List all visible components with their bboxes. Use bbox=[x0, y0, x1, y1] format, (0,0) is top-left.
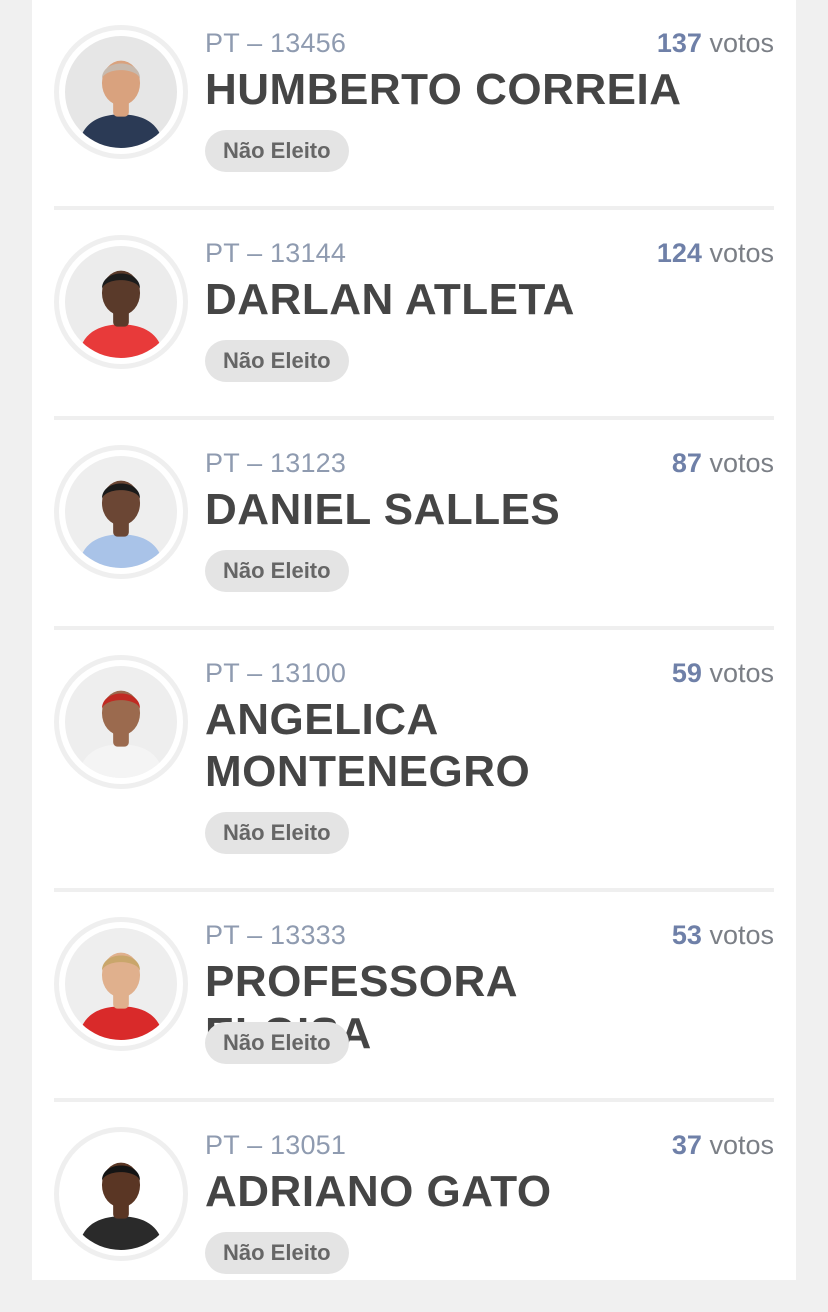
vote-label: votos bbox=[709, 28, 774, 58]
vote-count: 53 votos bbox=[672, 920, 774, 951]
vote-count: 137 votos bbox=[657, 28, 774, 59]
status-badge: Não Eleito bbox=[205, 340, 349, 382]
vote-number: 137 bbox=[656, 28, 702, 58]
person-avatar-icon bbox=[65, 36, 177, 148]
party-number: PT – 13144 bbox=[205, 238, 347, 268]
candidate-name: ADRIANO GATO bbox=[205, 1167, 552, 1216]
candidate-photo bbox=[54, 235, 188, 369]
status-badge: Não Eleito bbox=[205, 1232, 349, 1274]
status-badge: Não Eleito bbox=[205, 1022, 349, 1064]
vote-count: 87 votos bbox=[672, 448, 774, 479]
candidate-photo bbox=[54, 1127, 188, 1261]
vote-number: 37 bbox=[671, 1130, 702, 1160]
party-number: PT – 13051 bbox=[205, 1130, 347, 1160]
candidate-name: DARLAN ATLETA bbox=[205, 275, 575, 324]
party-number: PT – 13100 bbox=[205, 658, 347, 688]
party-number: PT – 13333 bbox=[205, 920, 347, 950]
person-avatar-icon bbox=[65, 666, 177, 778]
vote-count: 124 votos bbox=[657, 238, 774, 269]
vote-label: votos bbox=[709, 1130, 774, 1160]
candidate-name: DANIEL SALLES bbox=[205, 485, 561, 534]
candidate-card[interactable]: PT – 13144 124 votos DARLAN ATLETA Não E… bbox=[54, 210, 774, 420]
candidate-name: HUMBERTO CORREIA bbox=[205, 65, 682, 114]
person-avatar-icon bbox=[65, 246, 177, 358]
status-badge: Não Eleito bbox=[205, 550, 349, 592]
vote-label: votos bbox=[709, 448, 774, 478]
vote-number: 53 bbox=[671, 920, 702, 950]
candidate-card[interactable]: PT – 13333 53 votos PROFESSORA ELOISA Nã… bbox=[54, 892, 774, 1102]
party-number: PT – 13123 bbox=[205, 448, 347, 478]
candidate-name: ANGELICA MONTENEGRO bbox=[205, 695, 531, 796]
candidate-list: PT – 13456 137 votos HUMBERTO CORREIA Nã… bbox=[54, 0, 774, 1312]
candidate-card[interactable]: PT – 13051 37 votos ADRIANO GATO Não Ele… bbox=[54, 1102, 774, 1312]
candidate-photo bbox=[54, 655, 188, 789]
status-badge: Não Eleito bbox=[205, 130, 349, 172]
person-avatar-icon bbox=[65, 928, 177, 1040]
vote-count: 37 votos bbox=[672, 1130, 774, 1161]
person-avatar-icon bbox=[65, 1138, 177, 1250]
candidate-photo bbox=[54, 917, 188, 1051]
candidate-card[interactable]: PT – 13100 59 votos ANGELICA MONTENEGRO … bbox=[54, 630, 774, 892]
results-panel: PT – 13456 137 votos HUMBERTO CORREIA Nã… bbox=[32, 0, 796, 1280]
candidate-photo bbox=[54, 25, 188, 159]
candidate-photo bbox=[54, 445, 188, 579]
vote-number: 124 bbox=[656, 238, 702, 268]
vote-number: 87 bbox=[671, 448, 702, 478]
status-badge: Não Eleito bbox=[205, 812, 349, 854]
vote-label: votos bbox=[709, 238, 774, 268]
vote-count: 59 votos bbox=[672, 658, 774, 689]
vote-number: 59 bbox=[671, 658, 702, 688]
candidate-card[interactable]: PT – 13456 137 votos HUMBERTO CORREIA Nã… bbox=[54, 0, 774, 210]
party-number: PT – 13456 bbox=[205, 28, 347, 58]
vote-label: votos bbox=[709, 658, 774, 688]
vote-label: votos bbox=[709, 920, 774, 950]
candidate-card[interactable]: PT – 13123 87 votos DANIEL SALLES Não El… bbox=[54, 420, 774, 630]
person-avatar-icon bbox=[65, 456, 177, 568]
